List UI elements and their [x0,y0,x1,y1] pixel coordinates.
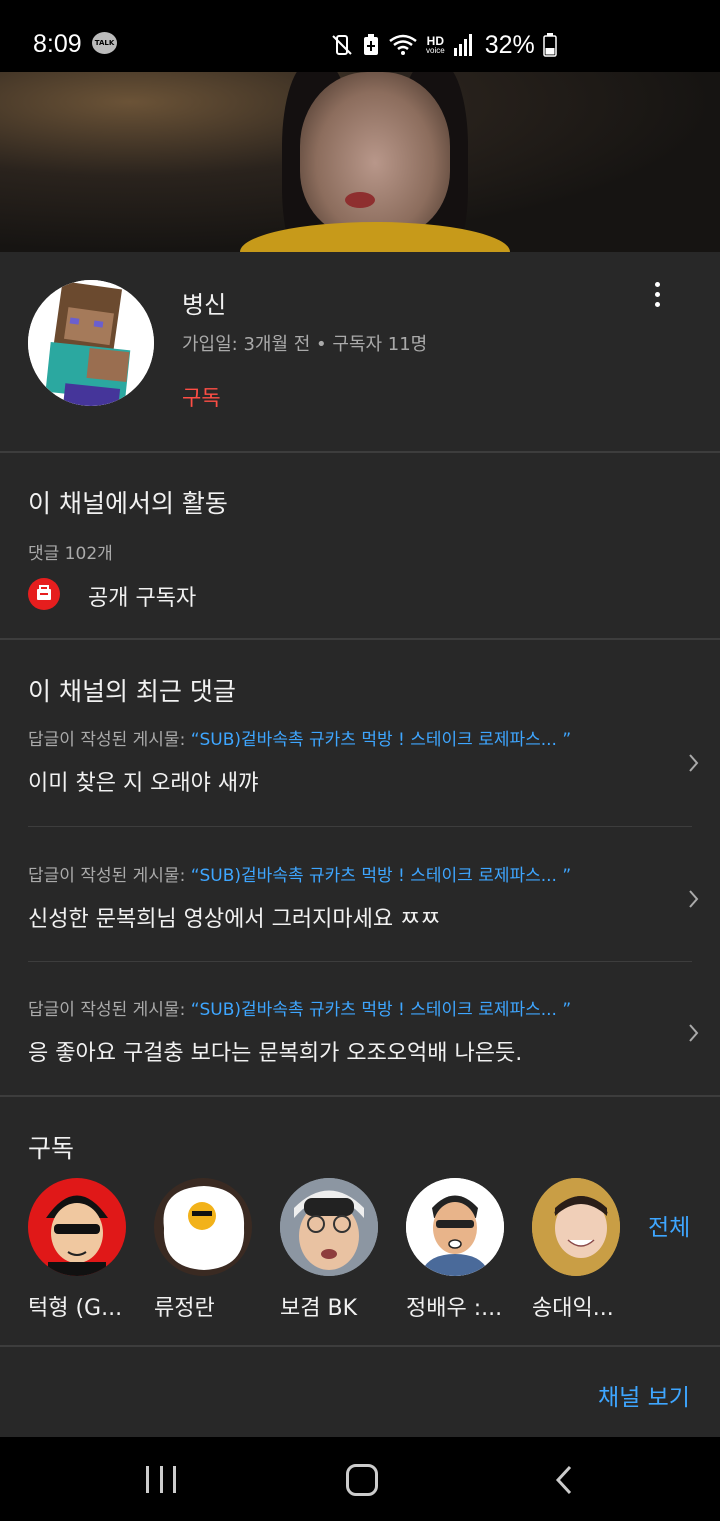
section-divider [0,451,720,453]
comment-meta-prefix: 답글이 작성된 게시물: [28,1000,191,1020]
video-figure-lips [345,192,375,208]
comment-meta: 답글이 작성된 게시물: “SUB)겉바속촉 규카츠 먹방 ! 스테이크 로제파… [28,861,571,886]
comment-text: 이미 찾은 지 오래야 새꺄 [28,771,259,796]
wifi-icon [389,34,417,55]
recent-comments-title: 이 채널의 최근 댓글 [28,677,236,706]
video-figure-shirt [240,222,510,252]
comment-item[interactable]: 답글이 작성된 게시물: “SUB)겉바속촉 규카츠 먹방 ! 스테이크 로제파… [0,861,720,971]
comment-item[interactable]: 답글이 작성된 게시물: “SUB)겉바속촉 규카츠 먹방 ! 스테이크 로제파… [0,995,720,1105]
status-time: 8:09 [33,30,82,58]
subscribe-button[interactable]: 구독 [182,382,221,412]
comment-meta-prefix: 답글이 작성된 게시물: [28,866,191,886]
hd-voice-icon: HD voice [426,35,445,55]
more-options-icon[interactable] [640,274,674,314]
subscription-avatar [28,1178,126,1276]
video-player[interactable] [0,72,720,252]
comment-meta: 답글이 작성된 게시물: “SUB)겉바속촉 규카츠 먹방 ! 스테이크 로제파… [28,995,571,1020]
signal-icon [453,34,472,56]
subscription-avatar [406,1178,504,1276]
section-divider [0,1095,720,1097]
subscription-avatar [154,1178,252,1276]
activity-section-title: 이 채널에서의 활동 [28,489,228,518]
public-subscriber-icon [28,578,60,610]
subscription-avatar [532,1178,620,1276]
section-divider [0,1345,720,1347]
comment-meta-prefix: 답글이 작성된 게시물: [28,730,191,750]
subscription-item[interactable]: 류정란 [154,1178,254,1321]
kakaotalk-notification-icon: TALK [92,32,117,54]
subscription-name: 류정란 [154,1296,215,1321]
subscription-item[interactable]: 보겸 BK [280,1178,380,1321]
section-divider [0,638,720,640]
subscription-item[interactable]: 정배우 :... [406,1178,506,1321]
view-channel-button[interactable]: 채널 보기 [598,1378,690,1412]
subscription-name: 턱형 (G... [28,1296,123,1321]
video-figure-face [300,72,450,237]
comment-video-link[interactable]: “SUB)겉바속촉 규카츠 먹방 ! 스테이크 로제파스... ” [191,866,571,886]
comment-video-link[interactable]: “SUB)겉바속촉 규카츠 먹방 ! 스테이크 로제파스... ” [191,1000,571,1020]
public-subscriber-label: 공개 구독자 [88,586,197,611]
mute-vibrate-icon [332,35,352,55]
subscription-name: 정배우 :... [406,1296,503,1321]
channel-avatar[interactable] [28,280,154,406]
subscription-name: 송대익... [532,1296,614,1321]
system-nav-bar [0,1437,720,1521]
chevron-right-icon [689,890,699,908]
channel-profile: 병신 가입일: 3개월 전 • 구독자 11명 구독 [0,252,720,452]
comment-text: 응 좋아요 구걸충 보다는 문복희가 오조오억배 나은듯. [28,1041,523,1066]
subscription-item[interactable]: 송대익... [532,1178,632,1321]
chevron-right-icon [689,1024,699,1042]
voice-label: voice [426,46,445,55]
comment-divider [28,961,692,962]
subscription-avatar [280,1178,378,1276]
channel-name: 병신 [182,291,227,319]
chevron-right-icon [689,754,699,772]
battery-percent: 32% [484,30,535,59]
subscription-name: 보겸 BK [280,1296,357,1321]
recent-apps-icon[interactable] [146,1466,176,1493]
subscriptions-see-all-button[interactable]: 전체 [648,1208,690,1242]
home-icon[interactable] [346,1464,378,1496]
back-icon[interactable] [552,1464,576,1496]
subscription-item[interactable]: 턱형 (G... [28,1178,128,1321]
comment-count: 댓글 102개 [28,544,113,564]
comment-divider [28,826,692,827]
minecraft-steve-avatar-icon [28,280,154,406]
comment-meta: 답글이 작성된 게시물: “SUB)겉바속촉 규카츠 먹방 ! 스테이크 로제파… [28,725,571,750]
battery-icon [542,33,557,57]
comment-video-link[interactable]: “SUB)겉바속촉 규카츠 먹방 ! 스테이크 로제파스... ” [191,730,571,750]
comment-item[interactable]: 답글이 작성된 게시물: “SUB)겉바속촉 규카츠 먹방 ! 스테이크 로제파… [0,725,720,835]
channel-meta: 가입일: 3개월 전 • 구독자 11명 [182,334,428,355]
comment-text: 신성한 문복희님 영상에서 그러지마세요 ㅉㅉ [28,907,441,932]
status-icons: HD voice 32% [330,30,557,60]
subscriptions-title: 구독 [28,1134,75,1163]
battery-saver-icon [364,34,378,55]
